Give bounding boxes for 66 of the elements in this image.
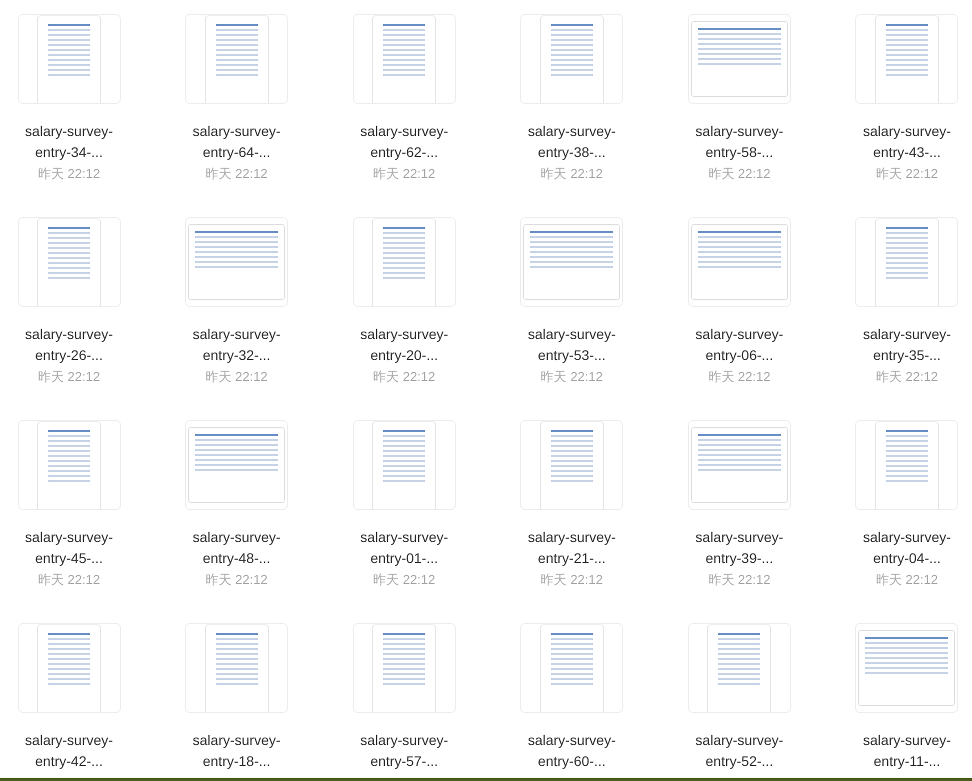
file-date: 昨天 22:12 <box>38 368 100 386</box>
file-date: 昨天 22:12 <box>206 571 268 589</box>
file-card[interactable] <box>520 217 624 307</box>
file-date: 昨天 22:12 <box>876 368 938 386</box>
file-card[interactable] <box>855 14 958 104</box>
file-card[interactable] <box>688 623 791 713</box>
file-card[interactable] <box>352 623 456 713</box>
file-date: 昨天 22:12 <box>876 165 938 183</box>
file-name: salary-survey-entry-57-... <box>359 731 450 771</box>
file-name: salary-survey-entry-01-... <box>359 528 450 568</box>
file-card[interactable] <box>18 420 120 510</box>
file-date: 昨天 22:12 <box>206 368 268 386</box>
file-date: 昨天 22:12 <box>540 368 603 386</box>
file-card[interactable] <box>688 217 791 307</box>
file-date: 昨天 22:12 <box>38 165 100 183</box>
file-name: salary-survey-entry-62-... <box>359 122 450 162</box>
file-name: salary-survey-entry-21-... <box>526 528 617 568</box>
file-name: salary-survey-entry-42-... <box>24 731 114 771</box>
file-card[interactable] <box>688 420 791 510</box>
file-card[interactable] <box>352 217 456 307</box>
file-date: 昨天 22:12 <box>876 571 938 589</box>
file-name: salary-survey-entry-60-... <box>526 731 617 771</box>
file-name: salary-survey-entry-18-... <box>192 731 282 771</box>
file-name: salary-survey-entry-39-... <box>694 528 784 568</box>
file-card[interactable] <box>352 420 456 510</box>
file-card[interactable] <box>688 14 791 104</box>
file-date: 昨天 22:12 <box>373 165 436 183</box>
file-name: salary-survey-entry-04-... <box>862 528 952 568</box>
file-date: 昨天 22:12 <box>540 165 603 183</box>
file-card[interactable] <box>18 623 120 713</box>
file-date: 昨天 22:12 <box>206 165 268 183</box>
file-name: salary-survey-entry-11-... <box>862 731 952 771</box>
file-card[interactable] <box>352 14 456 104</box>
file-name: salary-survey-entry-32-... <box>192 325 282 365</box>
file-date: 昨天 22:12 <box>373 368 436 386</box>
file-card[interactable] <box>520 14 624 104</box>
file-card[interactable] <box>185 420 288 510</box>
file-card[interactable] <box>855 623 958 713</box>
file-card[interactable] <box>185 623 288 713</box>
file-card[interactable] <box>855 420 958 510</box>
file-name: salary-survey-entry-53-... <box>526 325 617 365</box>
file-card[interactable] <box>18 14 120 104</box>
file-name: salary-survey-entry-35-... <box>862 325 952 365</box>
file-name: salary-survey-entry-20-... <box>359 325 450 365</box>
file-card[interactable] <box>185 14 288 104</box>
file-date: 昨天 22:12 <box>708 368 770 386</box>
file-name: salary-survey-entry-43-... <box>862 122 952 162</box>
file-date: 昨天 22:12 <box>540 571 603 589</box>
file-date: 昨天 22:12 <box>708 571 770 589</box>
file-name: salary-survey-entry-26-... <box>24 325 114 365</box>
file-name: salary-survey-entry-45-... <box>24 528 114 568</box>
file-name: salary-survey-entry-52-... <box>694 731 784 771</box>
file-card[interactable] <box>855 217 958 307</box>
file-date: 昨天 22:12 <box>38 571 100 589</box>
file-card[interactable] <box>185 217 288 307</box>
file-name: salary-survey-entry-64-... <box>192 122 282 162</box>
file-name: salary-survey-entry-38-... <box>526 122 617 162</box>
file-name: salary-survey-entry-58-... <box>694 122 784 162</box>
file-date: 昨天 22:12 <box>708 165 770 183</box>
file-name: salary-survey-entry-34-... <box>24 122 114 162</box>
file-card[interactable] <box>18 217 120 307</box>
file-date: 昨天 22:12 <box>373 571 436 589</box>
file-name: salary-survey-entry-06-... <box>694 325 784 365</box>
file-name: salary-survey-entry-48-... <box>192 528 282 568</box>
file-card[interactable] <box>520 623 624 713</box>
file-card[interactable] <box>520 420 624 510</box>
